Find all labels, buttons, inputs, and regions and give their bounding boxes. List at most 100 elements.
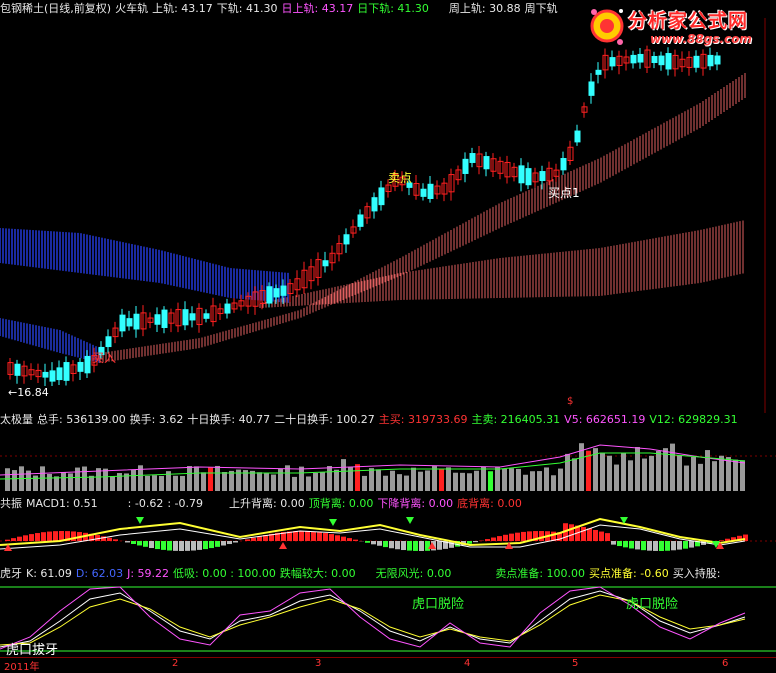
macd-bar [167, 541, 172, 550]
macd-bar [179, 541, 184, 551]
buy1-signal-label: 买点1 [548, 186, 580, 200]
volume-bar [425, 470, 430, 491]
macd-bar [161, 541, 166, 550]
macd-bar [395, 541, 400, 549]
candle-body [631, 55, 636, 62]
macd-bar [131, 541, 136, 544]
candle-body [526, 169, 531, 185]
v5-value: V5: 662651.19 [564, 413, 645, 426]
candle-body [575, 131, 580, 142]
volume-bar [656, 451, 661, 491]
buy-ready-value: 买点准备: -0.60 [589, 567, 669, 580]
candle-body [274, 289, 279, 297]
volume-bar [54, 476, 59, 491]
day-lower-value: 日下轨: 41.30 [357, 2, 429, 15]
macd-bar [491, 538, 496, 541]
volume-bar [404, 476, 409, 491]
macd-bar [149, 541, 154, 548]
volume-bar [635, 447, 640, 491]
volume-bar [572, 458, 577, 491]
macd-bar [233, 541, 238, 543]
candle-body [267, 287, 272, 303]
volume-bar [341, 459, 346, 491]
volume-bar [159, 476, 164, 491]
macd-bar [197, 541, 202, 550]
macd-bar [383, 541, 388, 547]
macd-bar [587, 528, 592, 541]
macd-bar [209, 541, 214, 548]
candle-body [43, 372, 48, 377]
macd-bar [365, 541, 370, 543]
volume-bar [439, 469, 444, 491]
axis-month-6: 6 [722, 658, 728, 669]
volume-bar [355, 464, 360, 491]
macd-bar [683, 541, 688, 549]
candle-body [78, 362, 83, 371]
volume-bar [376, 469, 381, 491]
candle-body [50, 371, 55, 381]
volume-bar [495, 467, 500, 491]
macd-bar [503, 535, 508, 541]
volume-bar [621, 453, 626, 491]
volume-bar [320, 472, 325, 491]
volume-bar [145, 476, 150, 491]
volume-bar [544, 467, 549, 491]
candle-body [64, 363, 69, 381]
candlestick-chart[interactable]: ←16.84 买入 卖点 买点1 $ [0, 18, 776, 413]
macd-bar [317, 532, 322, 541]
macd-chart[interactable] [0, 511, 776, 563]
macd-bar [467, 541, 472, 544]
candle-body [134, 314, 139, 329]
macd-bar [23, 535, 28, 541]
volume-bar [75, 468, 80, 491]
volume-chart[interactable] [0, 427, 776, 493]
macd-bar [539, 531, 544, 541]
kdj-chart[interactable]: 虎口脱险 虎口脱险 虎口拔牙 [0, 581, 776, 657]
volume-bar [12, 470, 17, 491]
volume-bar [607, 456, 612, 491]
macd-bar [689, 541, 694, 548]
candle-body [694, 56, 699, 67]
macd-bar [485, 539, 490, 541]
macd-bar [425, 541, 430, 551]
candle-body [589, 82, 594, 95]
stock-title: 包钢稀土(日线,前复权) [0, 2, 111, 15]
candle-body [652, 56, 657, 62]
volume-bar [649, 456, 654, 491]
volume-bar [453, 473, 458, 491]
volume-total: 总手: 536139.00 [37, 413, 126, 426]
volume-bar [726, 457, 731, 491]
volume-bar [103, 469, 108, 491]
candle-body [344, 235, 349, 244]
volume-bar [600, 453, 605, 491]
week-lower-value: 周下轨 [525, 2, 558, 15]
candle-body [540, 172, 545, 181]
j-value: J: 59.22 [127, 567, 169, 580]
volume-bar [82, 467, 87, 491]
volume-bar [369, 468, 374, 491]
volume-bar [446, 467, 451, 491]
volume-bar [180, 476, 185, 491]
macd-bar [173, 541, 178, 551]
kdj-header: 虎牙K: 61.09D: 62.03J: 59.22低吸: 0.00 : 100… [0, 567, 724, 581]
volume-bar [187, 466, 192, 491]
volume-bar [467, 473, 472, 491]
macd-bar [245, 539, 250, 541]
macd-bar [611, 541, 616, 545]
macd-bar [419, 541, 424, 551]
candle-body [638, 54, 643, 62]
candle-body [358, 215, 363, 226]
macd-bar [497, 536, 502, 541]
macd-bar [29, 534, 34, 541]
axis-month-5: 5 [572, 658, 578, 669]
axis-month-2: 2 [172, 658, 178, 669]
volume-bar [250, 471, 255, 491]
volume-bar [740, 460, 745, 491]
macd-bar [155, 541, 160, 549]
volume-bar [292, 477, 297, 491]
absorb-value: 低吸: 0.00 : 100.00 [173, 567, 276, 580]
main-buy-value: 主买: 319733.69 [379, 413, 468, 426]
macd-bar [437, 541, 442, 550]
macd-bar [347, 538, 352, 541]
macd-bar [35, 533, 40, 541]
